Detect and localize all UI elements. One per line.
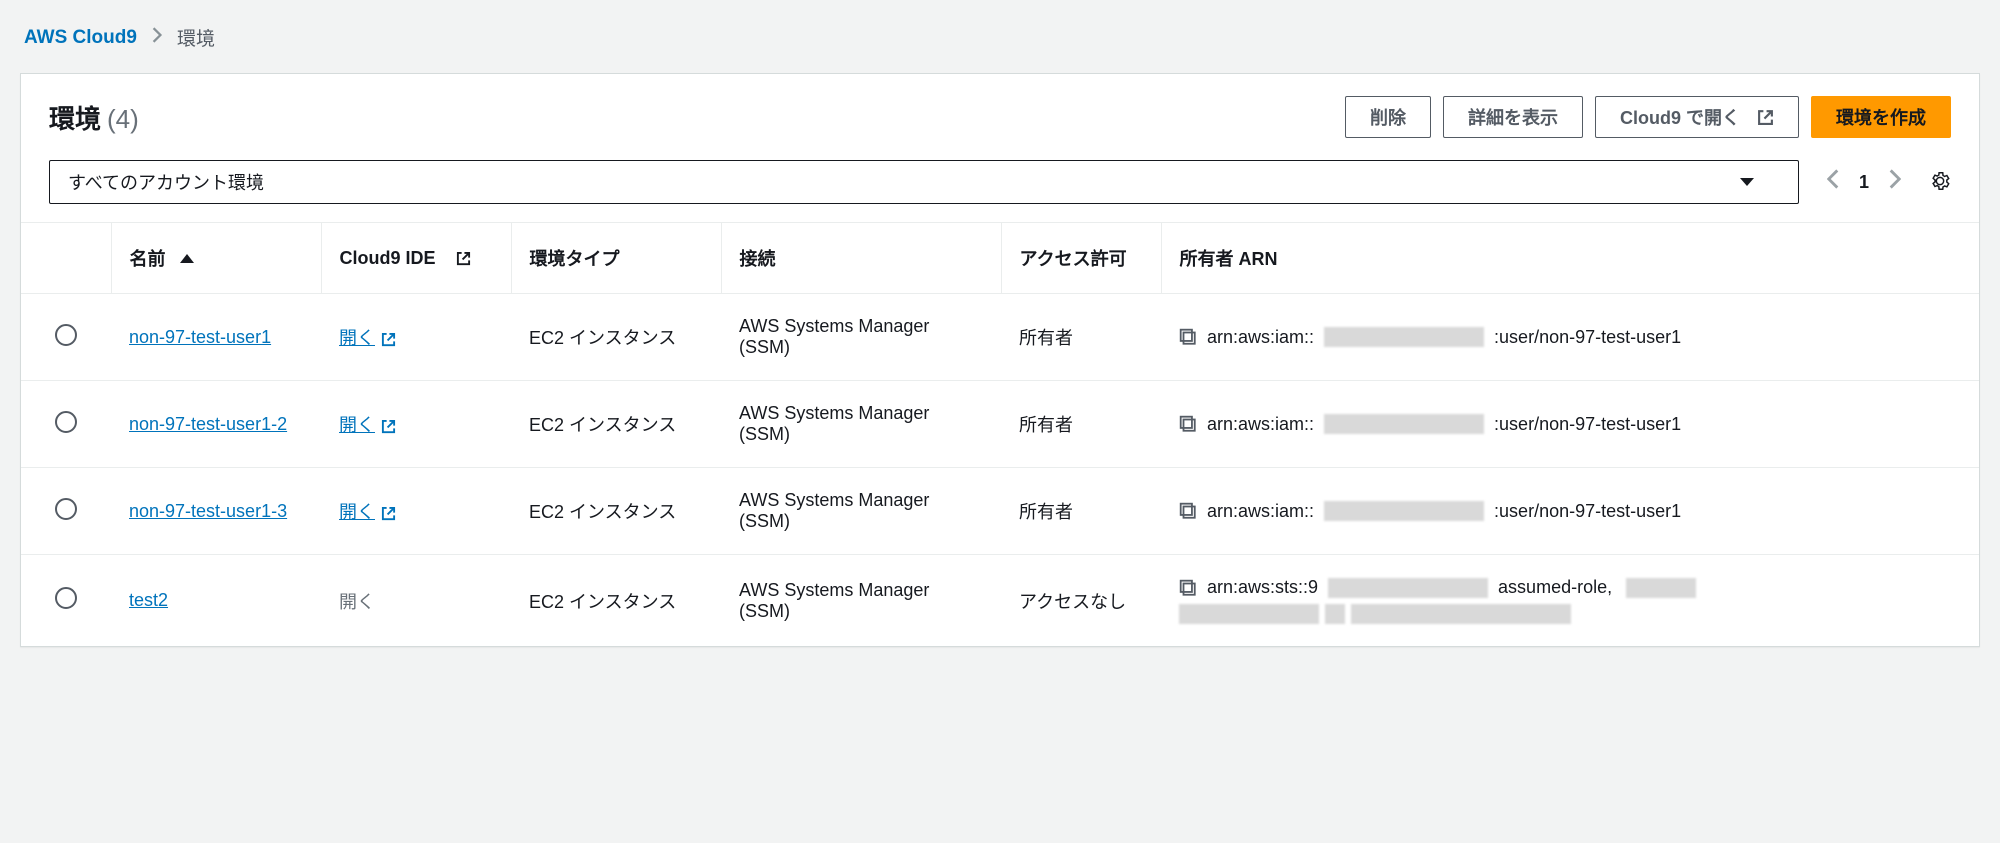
permission: 所有者 <box>1001 468 1161 555</box>
owner-arn-suffix: :user/non-97-test-user1 <box>1494 501 1681 522</box>
environment-type: EC2 インスタンス <box>511 294 721 381</box>
title-count: (4) <box>107 104 139 135</box>
column-header-owner-arn[interactable]: 所有者 ARN <box>1161 223 1979 294</box>
redacted-segment <box>1324 327 1484 347</box>
column-header-name[interactable]: 名前 <box>111 223 321 294</box>
view-details-button[interactable]: 詳細を表示 <box>1443 96 1583 138</box>
redacted-segment <box>1324 414 1484 434</box>
breadcrumb-service-link[interactable]: AWS Cloud9 <box>24 27 137 49</box>
connection-type: AWS Systems Manager (SSM) <box>721 468 1001 555</box>
connection-type: AWS Systems Manager (SSM) <box>721 294 1001 381</box>
environments-panel: 環境 (4) 削除 詳細を表示 Cloud9 で開く 環境を作成 すべてのアカウ… <box>20 73 1980 647</box>
environment-type: EC2 インスタンス <box>511 381 721 468</box>
redacted-segment <box>1324 501 1484 521</box>
owner-arn-suffix: assumed-role, <box>1498 577 1612 598</box>
pager: 1 <box>1827 169 1901 195</box>
permission: 所有者 <box>1001 294 1161 381</box>
external-link-icon <box>381 419 396 434</box>
delete-button[interactable]: 削除 <box>1345 96 1431 138</box>
select-radio[interactable] <box>55 324 77 346</box>
connection-type: AWS Systems Manager (SSM) <box>721 381 1001 468</box>
environment-type: EC2 インスタンス <box>511 468 721 555</box>
copy-icon[interactable] <box>1179 415 1197 433</box>
settings-gear-icon[interactable] <box>1929 170 1951 195</box>
owner-arn: arn:aws:iam:: <box>1207 501 1314 522</box>
environments-table: 名前 Cloud9 IDE 環境タイプ 接続 アクセス許可 所有者 ARN no… <box>21 222 1979 646</box>
open-ide-link: 開く <box>339 592 375 612</box>
pager-next[interactable] <box>1889 169 1901 195</box>
external-link-icon <box>381 332 396 347</box>
column-header-connection[interactable]: 接続 <box>721 223 1001 294</box>
connection-type: AWS Systems Manager (SSM) <box>721 555 1001 647</box>
copy-icon[interactable] <box>1179 579 1197 597</box>
open-ide-link[interactable]: 開く <box>339 502 396 522</box>
column-header-ide[interactable]: Cloud9 IDE <box>321 223 511 294</box>
breadcrumb-current: 環境 <box>177 24 215 51</box>
external-link-icon <box>1757 109 1774 126</box>
copy-icon[interactable] <box>1179 328 1197 346</box>
toolbar: すべてのアカウント環境 1 <box>21 150 1979 222</box>
page-title: 環境 <box>49 99 101 136</box>
environment-type: EC2 インスタンス <box>511 555 721 647</box>
environment-name-link[interactable]: non-97-test-user1 <box>129 327 271 347</box>
sort-ascending-icon <box>180 254 194 263</box>
filter-select[interactable]: すべてのアカウント環境 <box>49 160 1799 204</box>
breadcrumb: AWS Cloud9 環境 <box>20 20 1980 73</box>
filter-selected-label: すべてのアカウント環境 <box>68 169 264 195</box>
environment-name-link[interactable]: non-97-test-user1-2 <box>129 414 287 434</box>
select-radio[interactable] <box>55 498 77 520</box>
chevron-right-icon <box>151 27 163 48</box>
table-row: test2 開く EC2 インスタンスAWS Systems Manager (SS… <box>21 555 1979 647</box>
table-row: non-97-test-user1-3 開く EC2 インスタンスAWS Syste… <box>21 468 1979 555</box>
environment-name-link[interactable]: test2 <box>129 590 168 610</box>
open-in-cloud9-label: Cloud9 で開く <box>1620 104 1740 130</box>
column-header-permission[interactable]: アクセス許可 <box>1001 223 1161 294</box>
owner-arn: arn:aws:iam:: <box>1207 414 1314 435</box>
permission: 所有者 <box>1001 381 1161 468</box>
create-environment-button[interactable]: 環境を作成 <box>1811 96 1951 138</box>
column-ide-label: Cloud9 IDE <box>340 248 436 269</box>
external-link-icon <box>456 251 471 266</box>
permission: アクセスなし <box>1001 555 1161 647</box>
owner-arn: arn:aws:sts::9 <box>1207 577 1318 598</box>
pager-prev[interactable] <box>1827 169 1839 195</box>
open-ide-link[interactable]: 開く <box>339 415 396 435</box>
caret-down-icon <box>1740 178 1754 186</box>
redacted-segment <box>1626 578 1696 598</box>
table-row: non-97-test-user1 開く EC2 インスタンスAWS Systems… <box>21 294 1979 381</box>
owner-arn: arn:aws:iam:: <box>1207 327 1314 348</box>
select-radio[interactable] <box>55 587 77 609</box>
redacted-segment <box>1328 578 1488 598</box>
table-row: non-97-test-user1-2 開く EC2 インスタンスAWS Syste… <box>21 381 1979 468</box>
filter-wrapper: すべてのアカウント環境 <box>49 160 1799 204</box>
copy-icon[interactable] <box>1179 502 1197 520</box>
external-link-icon <box>381 506 396 521</box>
select-radio[interactable] <box>55 411 77 433</box>
header-actions: 削除 詳細を表示 Cloud9 で開く 環境を作成 <box>1345 96 1951 138</box>
owner-arn-suffix: :user/non-97-test-user1 <box>1494 327 1681 348</box>
environment-name-link[interactable]: non-97-test-user1-3 <box>129 501 287 521</box>
open-in-cloud9-button[interactable]: Cloud9 で開く <box>1595 96 1799 138</box>
column-name-label: 名前 <box>130 245 166 271</box>
panel-header: 環境 (4) 削除 詳細を表示 Cloud9 で開く 環境を作成 <box>21 74 1979 150</box>
column-header-type[interactable]: 環境タイプ <box>511 223 721 294</box>
owner-arn-suffix: :user/non-97-test-user1 <box>1494 414 1681 435</box>
pager-current: 1 <box>1859 172 1869 193</box>
open-ide-link[interactable]: 開く <box>339 328 396 348</box>
